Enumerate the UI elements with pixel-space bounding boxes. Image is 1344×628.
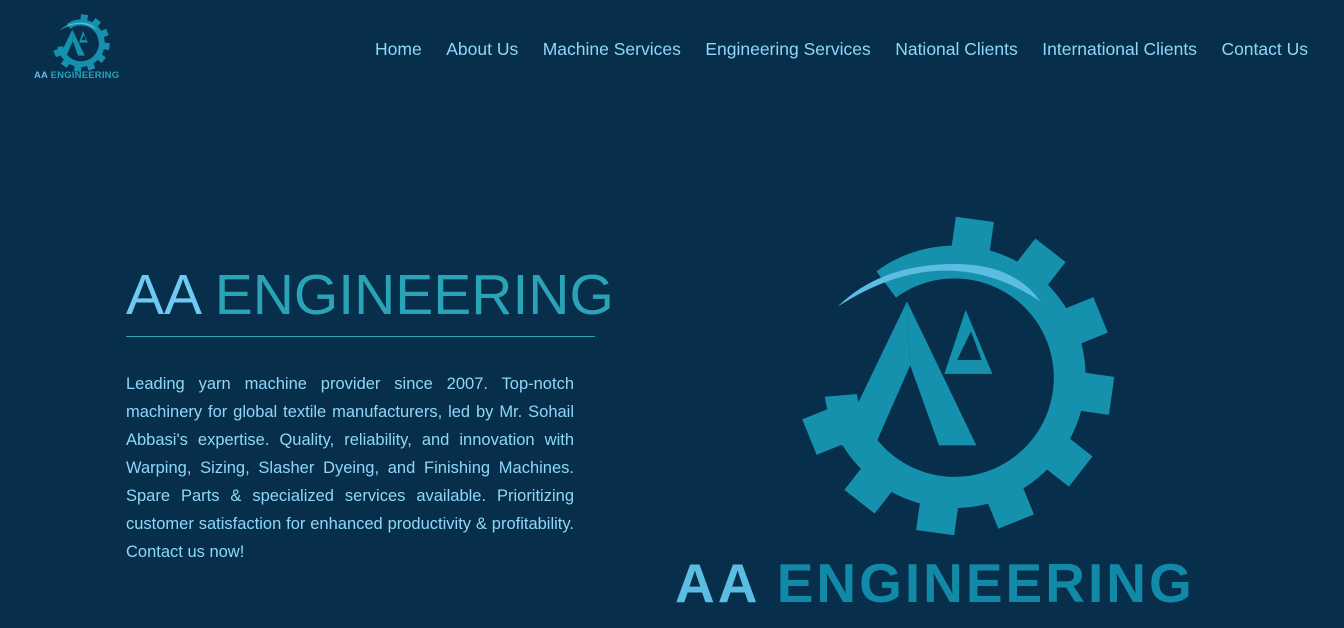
hero-title: AA ENGINEERING <box>126 263 614 327</box>
nav-machine-services[interactable]: Machine Services <box>543 38 681 60</box>
hero-description: Leading yarn machine provider since 2007… <box>126 375 574 561</box>
nav-engineering-services[interactable]: Engineering Services <box>705 38 870 60</box>
hero-divider <box>126 336 595 337</box>
logo-wordmark: AA ENGINEERING <box>675 552 1195 614</box>
nav-about-us[interactable]: About Us <box>446 38 518 60</box>
gear-logo-icon <box>802 216 1115 536</box>
nav-home[interactable]: Home <box>375 38 422 60</box>
main-nav: Home About Us Machine Services Engineeri… <box>351 38 1308 60</box>
nav-international-clients[interactable]: International Clients <box>1042 38 1197 60</box>
gear-logo-icon <box>53 14 110 72</box>
nav-national-clients[interactable]: National Clients <box>895 38 1018 60</box>
header-logo[interactable]: AA ENGINEERING <box>30 12 124 84</box>
header-logo-text: AA ENGINEERING <box>34 70 120 81</box>
nav-contact-us[interactable]: Contact Us <box>1221 38 1308 60</box>
